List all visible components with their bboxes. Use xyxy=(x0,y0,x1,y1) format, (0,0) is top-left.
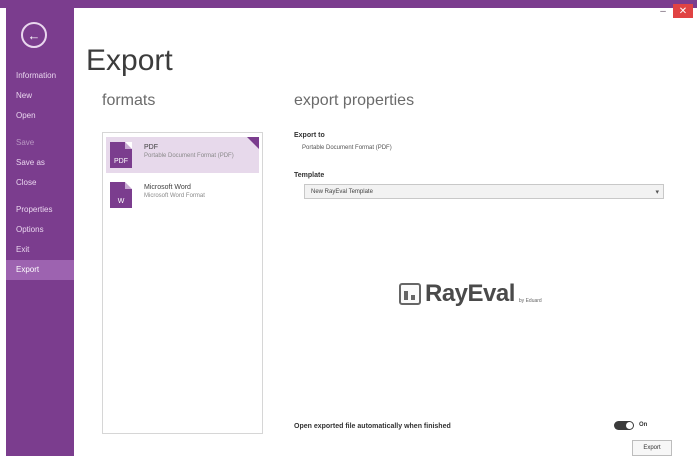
chart-logo-icon xyxy=(399,283,421,305)
word-file-icon: W xyxy=(110,182,132,208)
sidebar-nav: Information New Open Save Save as Close … xyxy=(6,66,74,280)
logo-wordmark: RayEval xyxy=(425,280,515,307)
format-item-word[interactable]: W Microsoft Word Microsoft Word Format xyxy=(106,177,259,213)
title-bar xyxy=(0,0,697,8)
format-description: Portable Document Format (PDF) xyxy=(144,153,234,159)
auto-open-label: Open exported file automatically when fi… xyxy=(294,423,451,430)
sidebar-item-new[interactable]: New xyxy=(6,86,74,106)
sidebar-item-save-as[interactable]: Save as xyxy=(6,153,74,173)
sidebar-item-information[interactable]: Information xyxy=(6,66,74,86)
template-dropdown[interactable]: New RayEval Template ▾ xyxy=(304,184,664,199)
format-item-pdf[interactable]: PDF PDF Portable Document Format (PDF) xyxy=(106,137,259,173)
format-description: Microsoft Word Format xyxy=(144,193,205,199)
logo-byline: by Eduard xyxy=(518,298,542,304)
export-to-label: Export to xyxy=(294,132,325,139)
sidebar-item-options[interactable]: Options xyxy=(6,220,74,240)
format-name: Microsoft Word xyxy=(144,184,191,191)
sidebar-item-properties[interactable]: Properties xyxy=(6,200,74,220)
backstage-sidebar: ← Information New Open Save Save as Clos… xyxy=(6,8,74,456)
sidebar-item-exit[interactable]: Exit xyxy=(6,240,74,260)
formats-list: PDF PDF Portable Document Format (PDF) W… xyxy=(102,132,263,434)
toggle-state-text: On xyxy=(639,422,648,428)
export-properties-panel: Export to Portable Document Format (PDF)… xyxy=(294,132,674,452)
template-label: Template xyxy=(294,172,325,179)
selected-corner-icon xyxy=(247,137,259,149)
export-window: – ✕ ← Information New Open Save Save as … xyxy=(0,0,697,456)
sidebar-item-open[interactable]: Open xyxy=(6,106,74,126)
format-name: PDF xyxy=(144,144,158,151)
sidebar-item-close[interactable]: Close xyxy=(6,173,74,193)
sidebar-item-save: Save xyxy=(16,138,35,147)
chevron-down-icon: ▾ xyxy=(655,189,659,196)
auto-open-toggle[interactable] xyxy=(614,421,634,430)
toggle-knob xyxy=(626,422,633,429)
template-selected-value: New RayEval Template xyxy=(311,189,373,195)
page-title: Export xyxy=(86,44,173,77)
sidebar-item-export[interactable]: Export xyxy=(6,260,74,280)
rayeval-logo: RayEval by Eduard xyxy=(399,280,542,308)
formats-heading: formats xyxy=(102,92,156,109)
main-content: Export formats export properties PDF PDF… xyxy=(76,8,696,456)
export-properties-heading: export properties xyxy=(294,92,415,109)
export-button[interactable]: Export xyxy=(632,440,672,456)
export-to-value: Portable Document Format (PDF) xyxy=(302,145,392,151)
back-arrow-icon[interactable]: ← xyxy=(21,22,47,48)
pdf-file-icon: PDF xyxy=(110,142,132,168)
